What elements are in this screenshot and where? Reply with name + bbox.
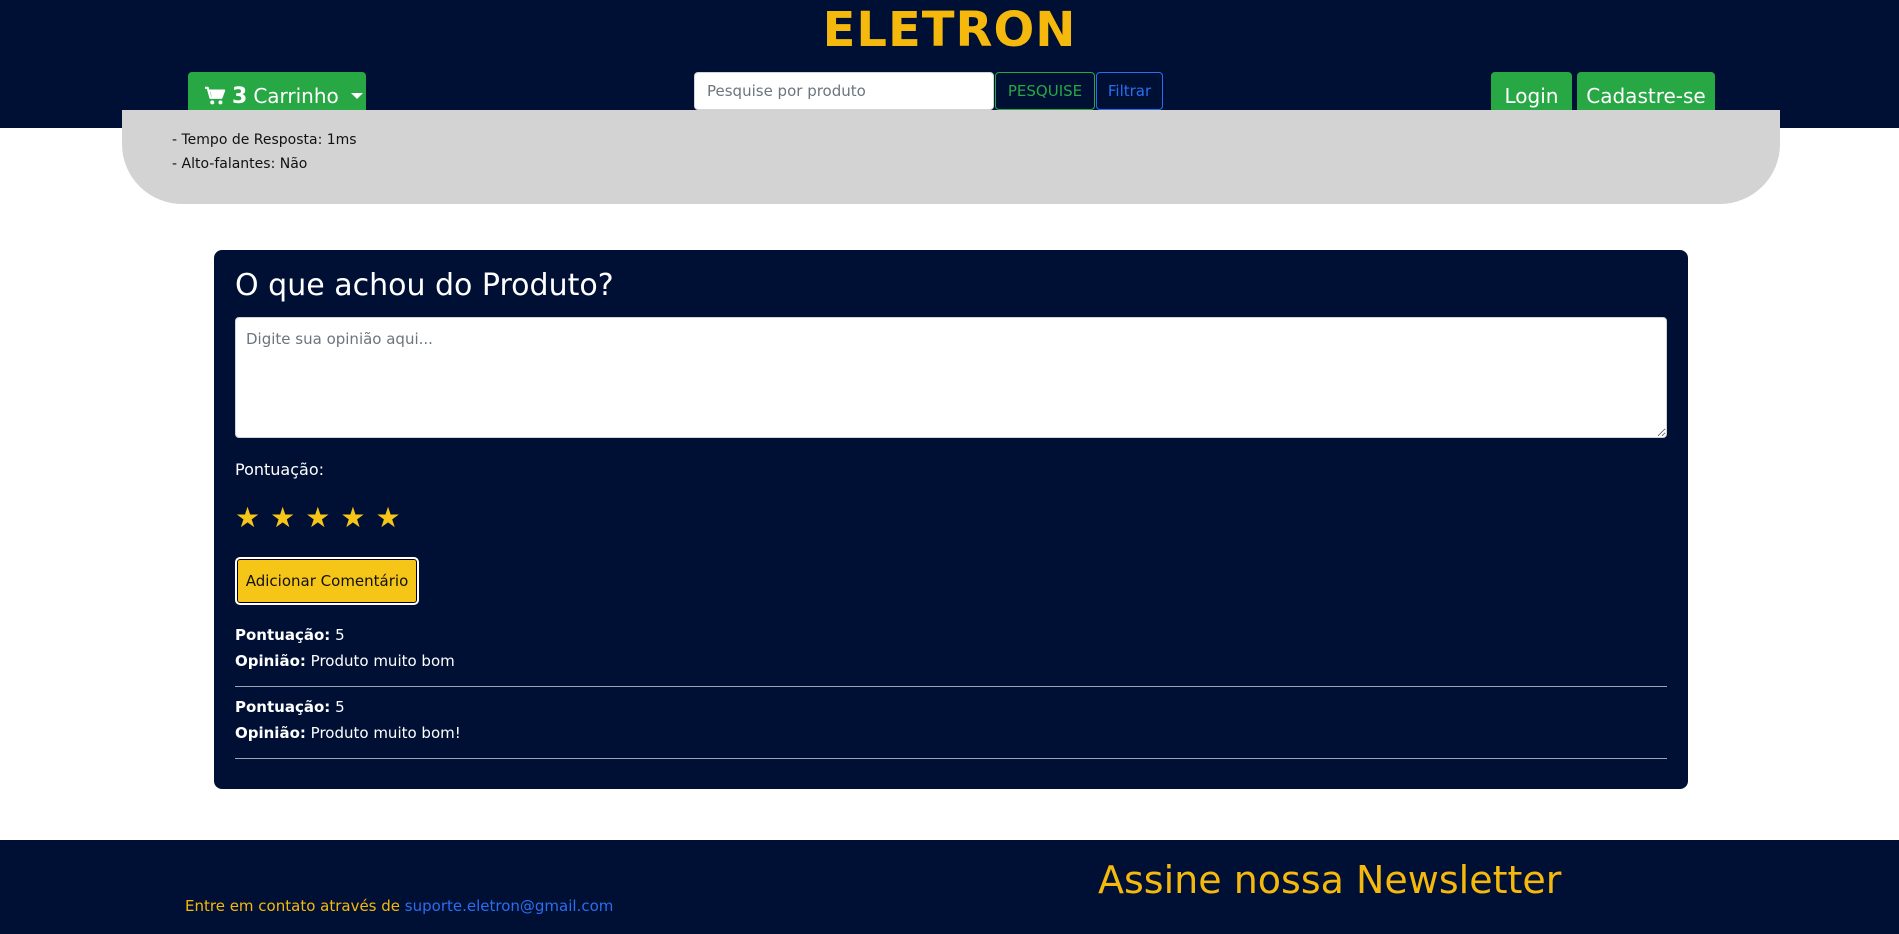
cart-count: 3 (232, 83, 248, 109)
star-icon[interactable]: ★ (270, 504, 295, 532)
star-icon[interactable]: ★ (375, 504, 400, 532)
comment-item: Pontuação: 5 Opinião: Produto muito bom (235, 622, 1667, 687)
comment-opinion-label: Opinião: (235, 724, 306, 742)
comment-score: 5 (335, 698, 345, 716)
comment-score-label: Pontuação: (235, 698, 331, 716)
comment-score: 5 (335, 626, 345, 644)
brand-logo[interactable]: ELETRON (0, 2, 1899, 58)
cart-label: Carrinho (253, 84, 339, 108)
caret-down-icon (350, 93, 363, 99)
search-button[interactable]: PESQUISE (995, 72, 1095, 110)
comment-score-label: Pontuação: (235, 626, 331, 644)
filter-button[interactable]: Filtrar (1096, 72, 1163, 110)
star-icon[interactable]: ★ (305, 504, 330, 532)
spec-speakers: - Alto-falantes: Não (172, 156, 308, 172)
shopping-cart-icon (205, 86, 226, 105)
search-input[interactable] (694, 72, 994, 110)
star-rating: ★ ★ ★ ★ ★ (235, 504, 401, 532)
comment-opinion: Produto muito bom! (310, 724, 461, 742)
comment-divider (235, 758, 1667, 759)
comment-opinion: Produto muito bom (310, 652, 455, 670)
star-icon[interactable]: ★ (340, 504, 365, 532)
comment-opinion-label: Opinião: (235, 652, 306, 670)
score-label: Pontuação: (235, 460, 325, 479)
footer: Entre em contato através de suporte.elet… (0, 840, 1899, 934)
contact-text: Entre em contato através de (185, 897, 401, 915)
product-specs-panel: - Tempo de Resposta: 1ms - Alto-falantes… (122, 110, 1780, 204)
comment-item: Pontuação: 5 Opinião: Produto muito bom! (235, 694, 1667, 759)
top-navbar: ELETRON 3 Carrinho PESQUISE Filtrar Logi… (0, 0, 1899, 128)
contact-email-link[interactable]: suporte.eletron@gmail.com (405, 897, 614, 915)
comment-divider (235, 686, 1667, 687)
spec-response-time: - Tempo de Resposta: 1ms (172, 132, 357, 148)
opinion-textarea[interactable] (235, 317, 1667, 438)
newsletter-title: Assine nossa Newsletter (1098, 858, 1562, 902)
review-section: O que achou do Produto? Pontuação: ★ ★ ★… (214, 250, 1688, 789)
add-comment-button[interactable]: Adicionar Comentário (235, 557, 419, 605)
review-title: O que achou do Produto? (235, 268, 614, 303)
contact-info: Entre em contato através de suporte.elet… (185, 897, 613, 915)
star-icon[interactable]: ★ (235, 504, 260, 532)
